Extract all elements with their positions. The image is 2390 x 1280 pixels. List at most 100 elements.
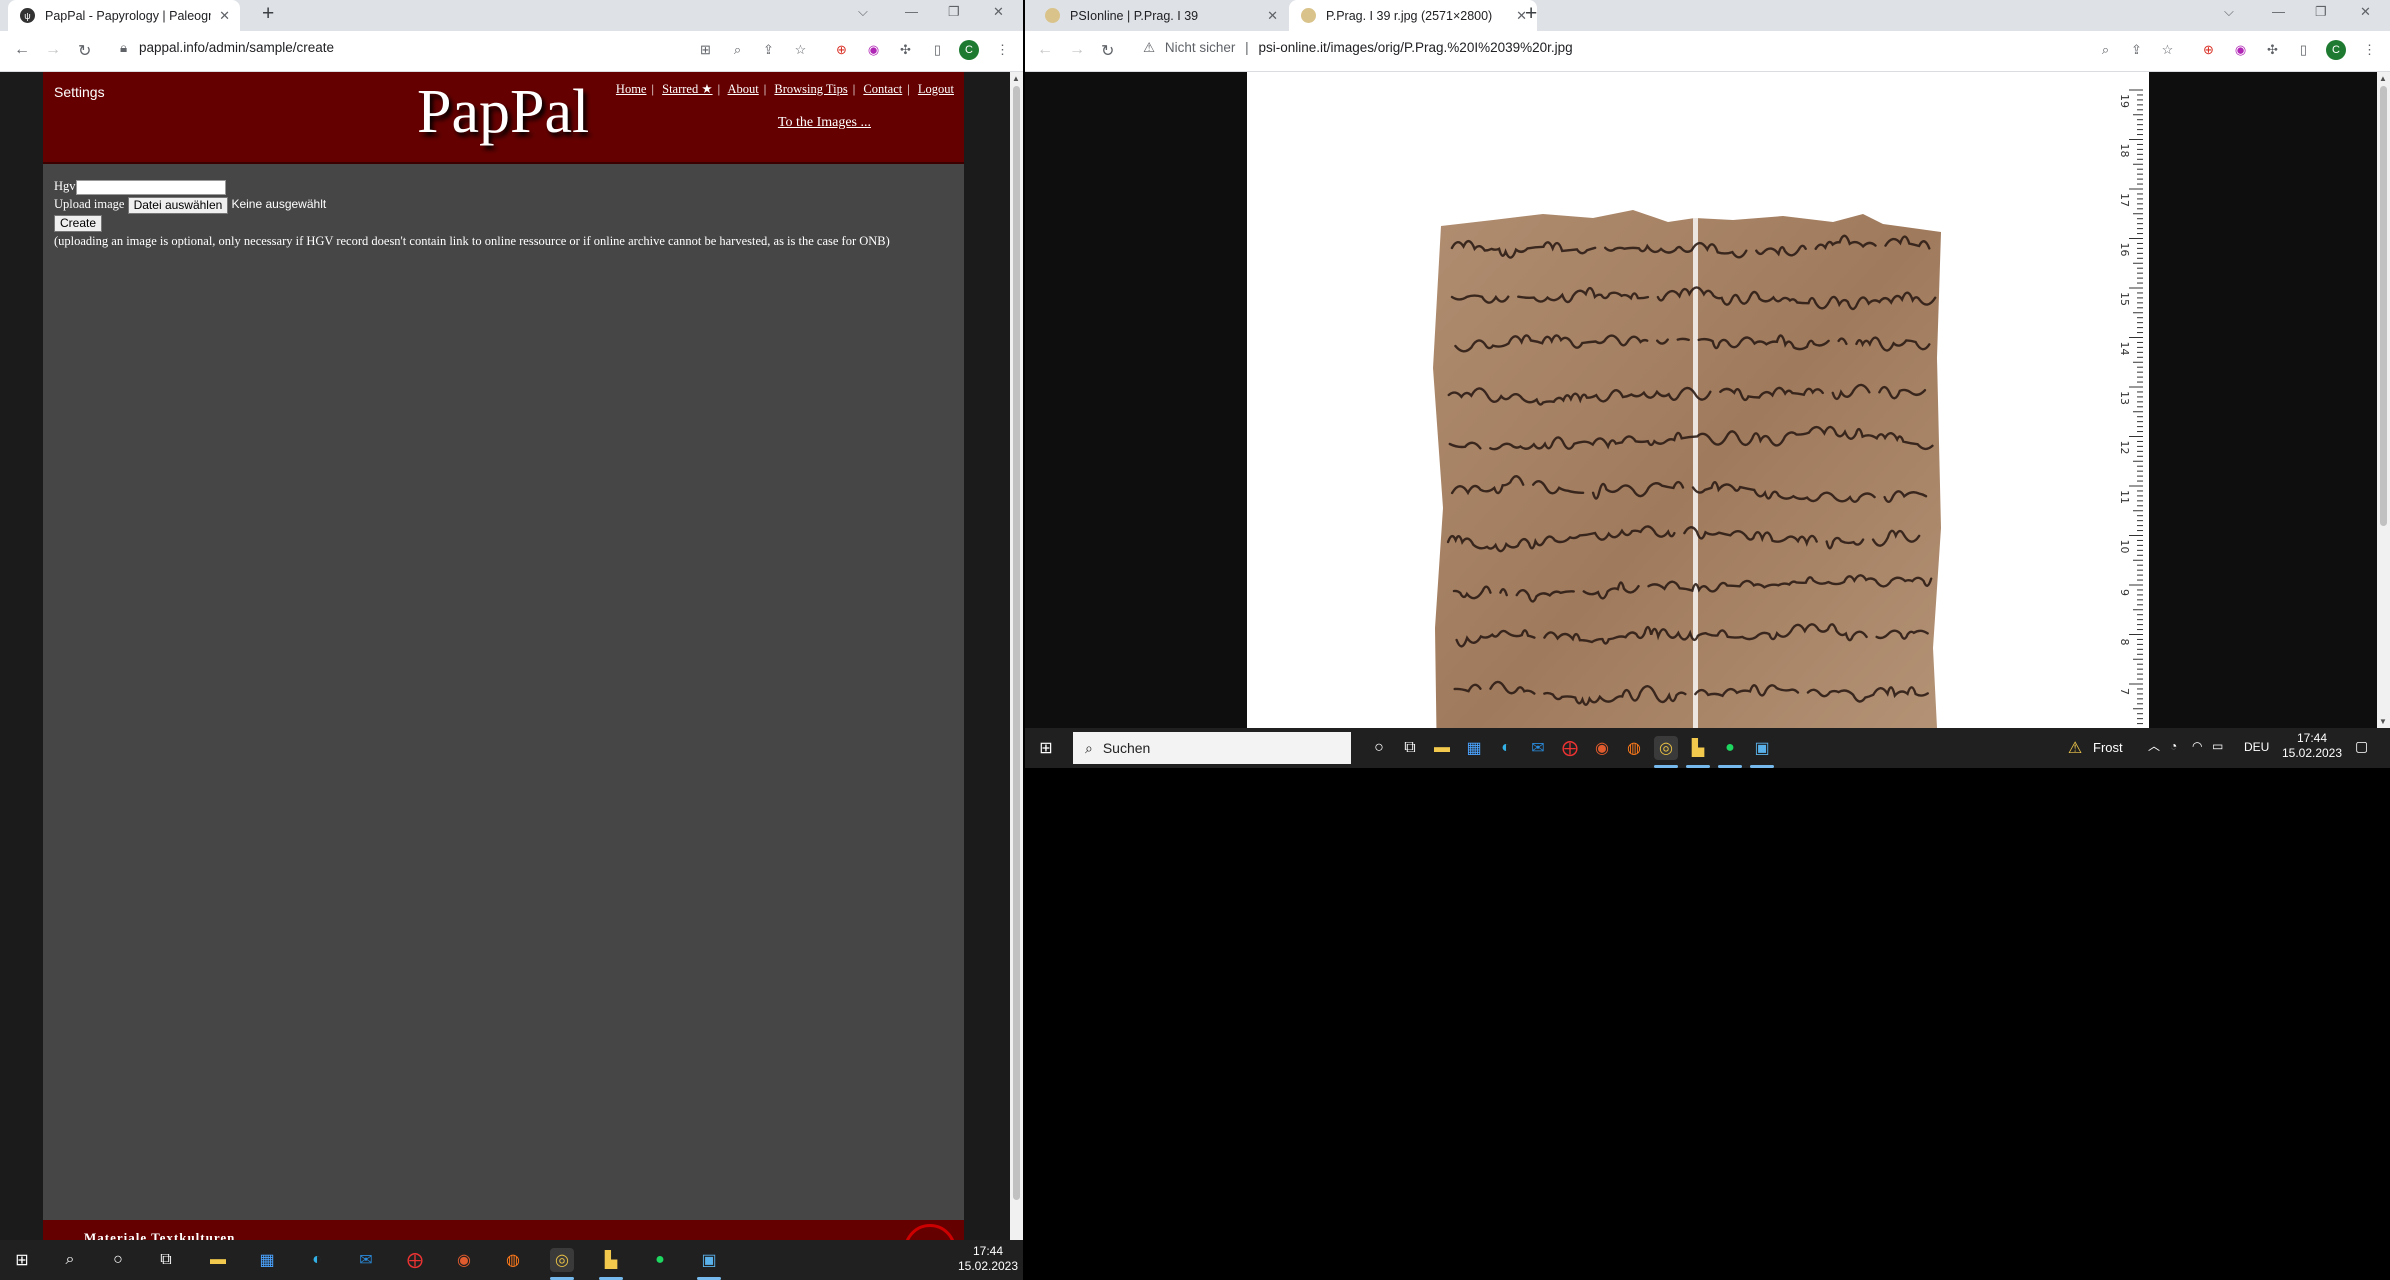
battery-icon[interactable]: ▭ — [2212, 739, 2223, 754]
tab-pappal[interactable]: ψ PapPal - Papyrology | Paleograph ✕ — [8, 0, 240, 31]
new-tab-icon[interactable]: + — [1525, 2, 1537, 26]
new-tab-icon[interactable]: + — [262, 2, 274, 26]
share-icon[interactable]: ⇪ — [760, 41, 777, 58]
minimize-icon[interactable]: — — [2272, 4, 2285, 19]
close-window-icon[interactable]: ✕ — [993, 4, 1004, 20]
menu-kebab-icon[interactable]: ⋮ — [2361, 41, 2378, 58]
profile-avatar[interactable]: C — [2326, 40, 2346, 60]
tab-search-icon[interactable]: ⌵ — [858, 4, 868, 20]
notes-icon[interactable]: ▙ — [599, 1248, 623, 1272]
back-icon[interactable]: ← — [1037, 41, 1053, 59]
scroll-up-icon[interactable]: ▲ — [2379, 74, 2387, 83]
pappal-logo[interactable]: PapPal — [417, 72, 589, 152]
close-window-icon[interactable]: ✕ — [2360, 4, 2371, 20]
translate-icon[interactable]: ⊞ — [697, 41, 714, 58]
zoom-icon[interactable]: ⌕ — [729, 41, 746, 58]
extension-icon[interactable]: ⊕ — [833, 41, 850, 58]
task-view-icon[interactable]: ⧉ — [154, 1248, 178, 1272]
powerpoint-icon[interactable]: ◉ — [1590, 736, 1614, 760]
edge-icon[interactable]: ◐ — [1494, 736, 1518, 760]
task-view-icon[interactable]: ⧉ — [1398, 736, 1422, 760]
security-label[interactable]: Nicht sicher — [1165, 40, 1236, 55]
address-text[interactable]: pappal.info/admin/sample/create — [139, 40, 334, 55]
extension-icon[interactable]: ⊕ — [2200, 41, 2217, 58]
file-explorer-icon[interactable]: ▬ — [206, 1248, 230, 1272]
minimize-icon[interactable]: — — [905, 4, 918, 19]
menu-kebab-icon[interactable]: ⋮ — [994, 41, 1011, 58]
language-label[interactable]: DEU — [2244, 740, 2269, 755]
store-icon[interactable]: ▦ — [1462, 736, 1486, 760]
wifi-icon[interactable]: ◠ — [2192, 739, 2202, 754]
choose-file-button[interactable]: Datei auswählen — [127, 196, 229, 214]
photos-icon[interactable]: ▣ — [697, 1248, 721, 1272]
menu-starred[interactable]: Starred ★ — [662, 82, 712, 96]
tab-papyrus-image[interactable]: P.Prag. I 39 r.jpg (2571×2800) ✕ — [1289, 0, 1537, 31]
clock[interactable]: 17:44 15.02.2023 — [955, 1244, 1021, 1274]
tab-search-icon[interactable]: ⌵ — [2224, 4, 2234, 20]
firefox-icon[interactable]: ◍ — [501, 1248, 525, 1272]
extensions-puzzle-icon[interactable]: ✣ — [2264, 41, 2281, 58]
scroll-up-icon[interactable]: ▲ — [1012, 74, 1020, 83]
menu-home[interactable]: Home — [616, 82, 647, 96]
restore-icon[interactable]: ❐ — [948, 4, 960, 20]
tray-overflow-icon[interactable]: ︿ — [2148, 739, 2160, 754]
scroll-down-icon[interactable]: ▼ — [2379, 717, 2387, 726]
acrobat-icon[interactable]: ⨁ — [403, 1248, 427, 1272]
forward-icon[interactable]: → — [45, 41, 61, 59]
close-tab-icon[interactable]: ✕ — [1267, 8, 1278, 24]
bookmark-star-icon[interactable]: ☆ — [2159, 41, 2176, 58]
extension-icon[interactable]: ◉ — [2232, 41, 2249, 58]
extensions-puzzle-icon[interactable]: ✣ — [897, 41, 914, 58]
cortana-icon[interactable]: ○ — [106, 1248, 130, 1272]
scrollbar-thumb[interactable] — [2380, 86, 2387, 526]
share-icon[interactable]: ⇪ — [2128, 41, 2145, 58]
vertical-scrollbar[interactable]: ▲ ▼ — [1010, 72, 1023, 1250]
settings-link[interactable]: Settings — [54, 84, 105, 100]
menu-browsing-tips[interactable]: Browsing Tips — [774, 82, 847, 96]
powerpoint-icon[interactable]: ◉ — [452, 1248, 476, 1272]
zoom-icon[interactable]: ⌕ — [2097, 41, 2114, 58]
create-button[interactable]: Create — [54, 215, 103, 233]
firefox-icon[interactable]: ◍ — [1622, 736, 1646, 760]
menu-contact[interactable]: Contact — [863, 82, 902, 96]
network-icon[interactable]: ◔ — [2170, 739, 2177, 754]
menu-about[interactable]: About — [728, 82, 759, 96]
restore-icon[interactable]: ❐ — [2315, 4, 2327, 20]
store-icon[interactable]: ▦ — [255, 1248, 279, 1272]
weather-label[interactable]: Frost — [2093, 740, 2123, 755]
address-text[interactable]: psi-online.it/images/orig/P.Prag.%20I%20… — [1258, 40, 1572, 55]
weather-warning-icon[interactable]: ⚠ — [2063, 736, 2087, 760]
forward-icon[interactable]: → — [1069, 41, 1085, 59]
windows-start-icon[interactable]: ⊞ — [10, 1248, 34, 1272]
profile-avatar[interactable]: C — [959, 40, 979, 60]
hgv-input[interactable] — [75, 179, 226, 195]
vertical-scrollbar[interactable]: ▲ ▼ — [2377, 72, 2390, 728]
extension-icon[interactable]: ◉ — [865, 41, 882, 58]
tab-psionline[interactable]: PSIonline | P.Prag. I 39 ✕ — [1033, 0, 1288, 31]
chrome-icon[interactable]: ◎ — [550, 1248, 574, 1272]
mail-icon[interactable]: ✉ — [1526, 736, 1550, 760]
mail-icon[interactable]: ✉ — [354, 1248, 378, 1272]
close-tab-icon[interactable]: ✕ — [219, 8, 230, 24]
acrobat-icon[interactable]: ⨁ — [1558, 736, 1582, 760]
cortana-icon[interactable]: ○ — [1367, 736, 1391, 760]
photos-icon[interactable]: ▣ — [1750, 736, 1774, 760]
papyrus-image[interactable]: 19 18 17 16 15 14 13 12 11 10 9 8 7 — [1247, 72, 2149, 728]
side-panel-icon[interactable]: ▯ — [2295, 41, 2312, 58]
reload-icon[interactable]: ↻ — [78, 41, 91, 61]
clock[interactable]: 17:44 15.02.2023 — [2277, 731, 2347, 761]
taskbar-search[interactable]: ⌕ Suchen — [1073, 732, 1351, 764]
to-images-link[interactable]: To the Images ... — [778, 115, 871, 131]
menu-logout[interactable]: Logout — [918, 82, 954, 96]
notes-icon[interactable]: ▙ — [1686, 736, 1710, 760]
windows-start-icon[interactable]: ⊞ — [1034, 736, 1058, 760]
reload-icon[interactable]: ↻ — [1101, 41, 1114, 61]
file-explorer-icon[interactable]: ▬ — [1430, 736, 1454, 760]
bookmark-star-icon[interactable]: ☆ — [792, 41, 809, 58]
chrome-icon[interactable]: ◎ — [1654, 736, 1678, 760]
spotify-icon[interactable]: ● — [1718, 736, 1742, 760]
spotify-icon[interactable]: ● — [648, 1248, 672, 1272]
side-panel-icon[interactable]: ▯ — [929, 41, 946, 58]
notifications-icon[interactable]: ▢ — [2355, 739, 2368, 754]
edge-icon[interactable]: ◐ — [305, 1248, 329, 1272]
